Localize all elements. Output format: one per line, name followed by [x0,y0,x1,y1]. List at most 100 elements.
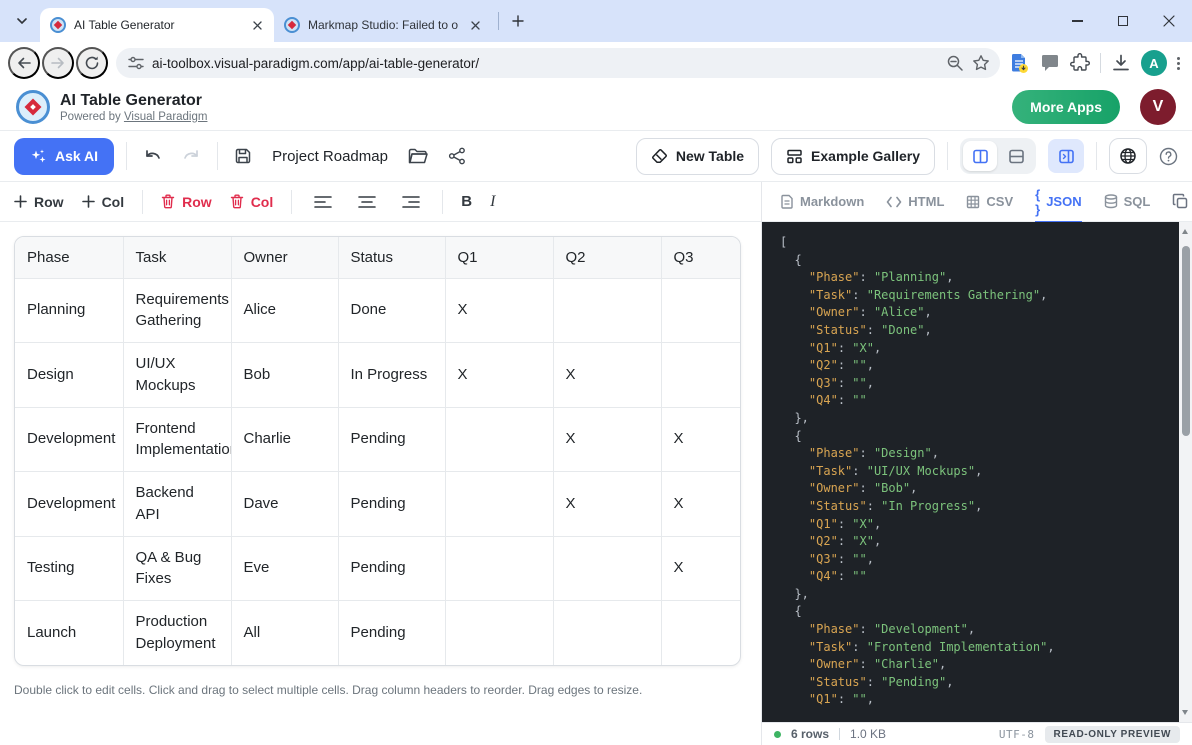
table-cell[interactable]: UI/UX Mockups [123,343,231,408]
table-cell[interactable]: In Progress [338,343,445,408]
bookmark-star-icon[interactable] [972,54,990,72]
extensions-puzzle-icon[interactable] [1070,53,1090,73]
table-cell[interactable]: X [553,472,661,537]
tab-sql[interactable]: SQL [1104,182,1151,222]
table-cell[interactable]: Charlie [231,407,338,472]
table-row[interactable]: LaunchProduction DeploymentAllPending [15,601,741,665]
table-cell[interactable]: Backend API [123,472,231,537]
address-bar[interactable]: ai-toolbox.visual-paradigm.com/app/ai-ta… [116,48,1000,78]
more-apps-button[interactable]: More Apps [1012,90,1120,124]
align-center-button[interactable] [354,191,380,213]
table-header-row[interactable]: PhaseTaskOwnerStatusQ1Q2Q3 [15,237,741,278]
table-cell[interactable] [445,472,553,537]
redo-button[interactable] [178,144,205,168]
table-cell[interactable] [661,343,741,408]
table-cell[interactable]: Alice [231,278,338,343]
tab-html[interactable]: HTML [886,182,944,222]
align-right-button[interactable] [398,191,424,213]
table-cell[interactable] [445,601,553,665]
save-button[interactable] [230,143,256,169]
maximize-button[interactable] [1100,0,1146,42]
help-button[interactable] [1159,147,1178,166]
close-window-button[interactable] [1146,0,1192,42]
code-content[interactable]: [ { "Phase": "Planning", "Task": "Requir… [762,222,1179,722]
tab-close-button[interactable] [248,16,266,34]
align-left-button[interactable] [310,191,336,213]
table-row[interactable]: DesignUI/UX MockupsBobIn ProgressXX [15,343,741,408]
language-button[interactable] [1109,138,1147,174]
reload-button[interactable] [76,47,108,79]
table-row[interactable]: DevelopmentFrontend ImplementationCharli… [15,407,741,472]
browser-tab-inactive[interactable]: Markmap Studio: Failed to oper [274,8,492,42]
column-header[interactable]: Owner [231,237,338,278]
table-row[interactable]: DevelopmentBackend APIDavePendingXX [15,472,741,537]
italic-button[interactable]: I [490,193,495,211]
open-folder-button[interactable] [404,144,432,169]
table-row[interactable]: TestingQA & Bug FixesEvePendingX [15,536,741,601]
table-name[interactable]: Project Roadmap [272,148,388,165]
table-cell[interactable] [445,407,553,472]
visual-paradigm-link[interactable]: Visual Paradigm [124,111,208,123]
url-text[interactable]: ai-toolbox.visual-paradigm.com/app/ai-ta… [152,56,938,71]
table-cell[interactable] [661,601,741,665]
table-cell[interactable]: X [661,536,741,601]
browser-tab-active[interactable]: AI Table Generator [40,8,274,42]
bold-button[interactable]: B [461,193,472,210]
add-row-button[interactable]: Row [14,194,64,210]
site-info-icon[interactable] [128,56,144,70]
table-cell[interactable]: Done [338,278,445,343]
column-header[interactable]: Q2 [553,237,661,278]
table-cell[interactable] [553,278,661,343]
toggle-right-panel-button[interactable] [1048,139,1084,173]
undo-button[interactable] [139,144,166,168]
column-header[interactable]: Task [123,237,231,278]
table-cell[interactable]: Pending [338,536,445,601]
example-gallery-button[interactable]: Example Gallery [771,138,935,175]
delete-row-button[interactable]: Row [161,194,212,210]
delete-col-button[interactable]: Col [230,194,274,210]
split-horizontal-button[interactable] [999,141,1033,171]
table-cell[interactable]: Pending [338,407,445,472]
browser-profile-avatar[interactable]: A [1141,50,1167,76]
docs-extension-icon[interactable] [1008,52,1030,74]
code-scrollbar[interactable] [1179,222,1192,722]
table-cell[interactable]: Design [15,343,123,408]
table-row[interactable]: PlanningRequirements GatheringAliceDoneX [15,278,741,343]
scrollbar-up-arrow-icon[interactable] [1182,229,1188,234]
new-tab-button[interactable] [505,8,531,34]
minimize-button[interactable] [1054,0,1100,42]
tab-csv[interactable]: CSV [966,182,1013,222]
copy-icon[interactable] [1172,193,1189,210]
table-cell[interactable]: Development [15,472,123,537]
table-cell[interactable]: Requirements Gathering [123,278,231,343]
add-col-button[interactable]: Col [82,194,125,210]
table-cell[interactable]: X [661,407,741,472]
column-header[interactable]: Status [338,237,445,278]
table-cell[interactable]: Frontend Implementation [123,407,231,472]
downloads-icon[interactable] [1111,53,1131,73]
table-cell[interactable]: X [445,343,553,408]
table-cell[interactable]: Production Deployment [123,601,231,665]
table-cell[interactable] [445,536,553,601]
table-cell[interactable]: All [231,601,338,665]
forward-button[interactable] [42,47,74,79]
table-cell[interactable]: X [661,472,741,537]
table-cell[interactable]: Bob [231,343,338,408]
back-button[interactable] [8,47,40,79]
column-header[interactable]: Q3 [661,237,741,278]
tab-markdown[interactable]: Markdown [780,182,864,222]
share-button[interactable] [444,143,470,169]
browser-menu-icon[interactable] [1177,57,1180,70]
table-cell[interactable]: X [553,343,661,408]
new-table-button[interactable]: New Table [636,138,759,175]
table-cell[interactable]: Planning [15,278,123,343]
table-cell[interactable] [553,601,661,665]
column-header[interactable]: Q1 [445,237,553,278]
zoom-icon[interactable] [946,54,964,72]
ask-ai-button[interactable]: Ask AI [14,138,114,175]
tab-json[interactable]: { }JSON [1035,182,1081,222]
split-vertical-button[interactable] [963,141,997,171]
table-cell[interactable]: Dave [231,472,338,537]
data-table[interactable]: PhaseTaskOwnerStatusQ1Q2Q3 PlanningRequi… [15,237,741,665]
table-cell[interactable]: Eve [231,536,338,601]
